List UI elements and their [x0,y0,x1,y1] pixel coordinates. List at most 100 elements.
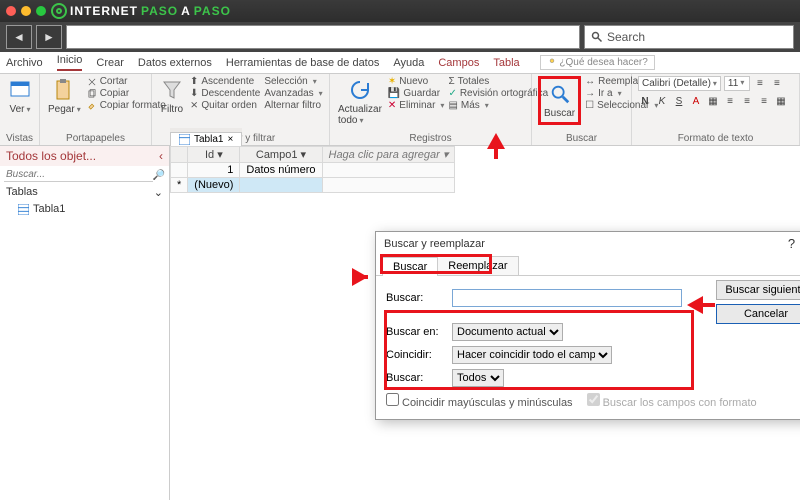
tab-crear[interactable]: Crear [96,57,124,69]
search-icon [591,31,603,43]
bulb-icon [547,57,557,67]
search-icon[interactable]: 🔎 [153,170,165,181]
group-label: Buscar [538,132,625,145]
alternar-button[interactable]: Alternar filtro [264,100,322,111]
avanzadas-button[interactable]: Avanzadas [264,88,322,99]
nav-search-input[interactable] [4,168,153,182]
seleccion-button[interactable]: Selección [264,76,322,87]
dialog-titlebar[interactable]: Buscar y reemplazar ?✕ [376,232,800,256]
buscar-button[interactable]: Buscar [538,76,581,125]
quitar-button[interactable]: ⨯Quitar orden [190,100,260,111]
cancelar-button[interactable]: Cancelar [716,304,800,324]
align-r-button[interactable]: ≡ [757,94,771,108]
tab-herramientas[interactable]: Herramientas de base de datos [226,57,379,69]
magnifier-icon [549,83,571,105]
chk-mayusculas[interactable]: Coincidir mayúsculas y minúsculas [386,393,573,409]
nuevo-button[interactable]: ✶Nuevo [388,76,445,87]
tab-tabla[interactable]: Tabla [493,57,519,69]
max-dot[interactable] [36,6,46,16]
brand-logo: INTERNETPASOAPASO [51,3,231,19]
actualizar-button[interactable]: Actualizar todo [336,76,384,128]
min-dot[interactable] [21,6,31,16]
group-label: Formato de texto [638,132,793,145]
table-icon [18,204,29,215]
buscar-input[interactable] [452,289,682,307]
buscar-siguiente-button[interactable]: Buscar siguiente [716,280,800,300]
nav-section-tables[interactable]: Tablas⌄ [0,184,169,201]
indent-icon[interactable]: ≡ [753,77,767,91]
tell-me[interactable]: ¿Qué desea hacer? [540,55,655,70]
group-formato: Calibri (Detalle) 11 ≡ ≡ N K S A ▦ ≡ ≡ ≡… [632,74,800,145]
url-input[interactable] [66,25,580,49]
underline-button[interactable]: S [672,94,686,108]
nav-item-tabla1[interactable]: Tabla1 [0,201,169,217]
tab-inicio[interactable]: Inicio [57,54,83,71]
table-row-new[interactable]: * (Nuevo) [171,178,455,193]
chevron-left-icon[interactable]: ‹ [159,149,163,163]
forward-button[interactable]: ► [36,25,62,49]
back-button[interactable]: ◄ [6,25,32,49]
brand-text: INTERNET [70,4,138,18]
col-add[interactable]: Haga clic para agregar ▾ [322,147,455,163]
font-color-button[interactable]: A [689,94,703,108]
tab-campos[interactable]: Campos [438,57,479,69]
col-campo1[interactable]: Campo1 ▾ [240,147,322,163]
label-en: Buscar en: [386,326,444,338]
window-titlebar: INTERNETPASOAPASO [0,0,800,22]
italic-button[interactable]: K [655,94,669,108]
logo-icon [51,3,67,19]
browser-navbar: ◄ ► Search [0,22,800,52]
data-grid[interactable]: Id ▾ Campo1 ▾ Haga clic para agregar ▾ 1… [170,146,455,193]
datasheet: Tabla1× Id ▾ Campo1 ▾ Haga clic para agr… [170,146,800,500]
align-c-button[interactable]: ≡ [740,94,754,108]
label-buscar: Buscar: [386,292,444,304]
desc-button[interactable]: ⬇Descendente [190,88,260,99]
search-placeholder: Search [607,30,645,44]
table-icon [179,134,190,145]
asc-button[interactable]: ⬆Ascendente [190,76,260,87]
object-tab-tabla1[interactable]: Tabla1× [170,132,242,146]
filtro-button[interactable]: Filtro [158,76,186,117]
dialog-tab-buscar[interactable]: Buscar [382,257,438,276]
ver-button[interactable]: Ver [6,76,34,117]
group-portapapeles: Pegar Cortar Copiar Copiar formato Porta… [40,74,152,145]
eliminar-button[interactable]: ✕Eliminar [388,100,445,111]
chk-formato: Buscar los campos con formato [587,393,757,409]
fill-button[interactable]: ▦ [706,94,720,108]
dialog-tab-reemplazar[interactable]: Reemplazar [437,256,518,275]
search-input[interactable]: Search [584,25,794,49]
direccion-select[interactable]: Todos [452,369,504,387]
dialog-title: Buscar y reemplazar [384,238,485,250]
group-label: Portapapeles [46,132,145,145]
tab-archivo[interactable]: Archivo [6,57,43,69]
navigation-pane: Todos los objet...‹ 🔎 Tablas⌄ Tabla1 [0,146,170,500]
guardar-button[interactable]: 💾Guardar [388,88,445,99]
brand-text: PASO [141,4,178,18]
grid-button[interactable]: ▦ [774,94,788,108]
table-row[interactable]: 1 Datos número [171,163,455,178]
size-select[interactable]: 11 [724,76,750,91]
label-coincidir: Coincidir: [386,349,444,361]
label-direccion: Buscar: [386,372,444,384]
ribbon: Ver Vistas Pegar Cortar Copiar Copiar fo… [0,74,800,146]
font-select[interactable]: Calibri (Detalle) [638,76,721,91]
coincidir-select[interactable]: Hacer coincidir todo el campo [452,346,612,364]
close-icon[interactable]: × [227,134,233,145]
outdent-icon[interactable]: ≡ [770,77,784,91]
nav-header[interactable]: Todos los objet...‹ [0,146,169,166]
group-label: Vistas [6,132,33,145]
find-replace-dialog: Buscar y reemplazar ?✕ Buscar Reemplazar… [375,231,800,420]
brand-text: A [181,4,191,18]
help-icon[interactable]: ? [788,236,795,252]
pegar-button[interactable]: Pegar [46,76,83,117]
group-label: Registros [336,132,525,145]
group-registros: Actualizar todo ✶Nuevo 💾Guardar ✕Elimina… [330,74,532,145]
align-l-button[interactable]: ≡ [723,94,737,108]
tab-externos[interactable]: Datos externos [138,57,212,69]
group-buscar: Buscar ↔Reemplazar →Ir a ☐Seleccionar Bu… [532,74,632,145]
close-dot[interactable] [6,6,16,16]
tab-ayuda[interactable]: Ayuda [393,57,424,69]
bold-button[interactable]: N [638,94,652,108]
buscar-en-select[interactable]: Documento actual [452,323,563,341]
col-id[interactable]: Id ▾ [188,147,240,163]
